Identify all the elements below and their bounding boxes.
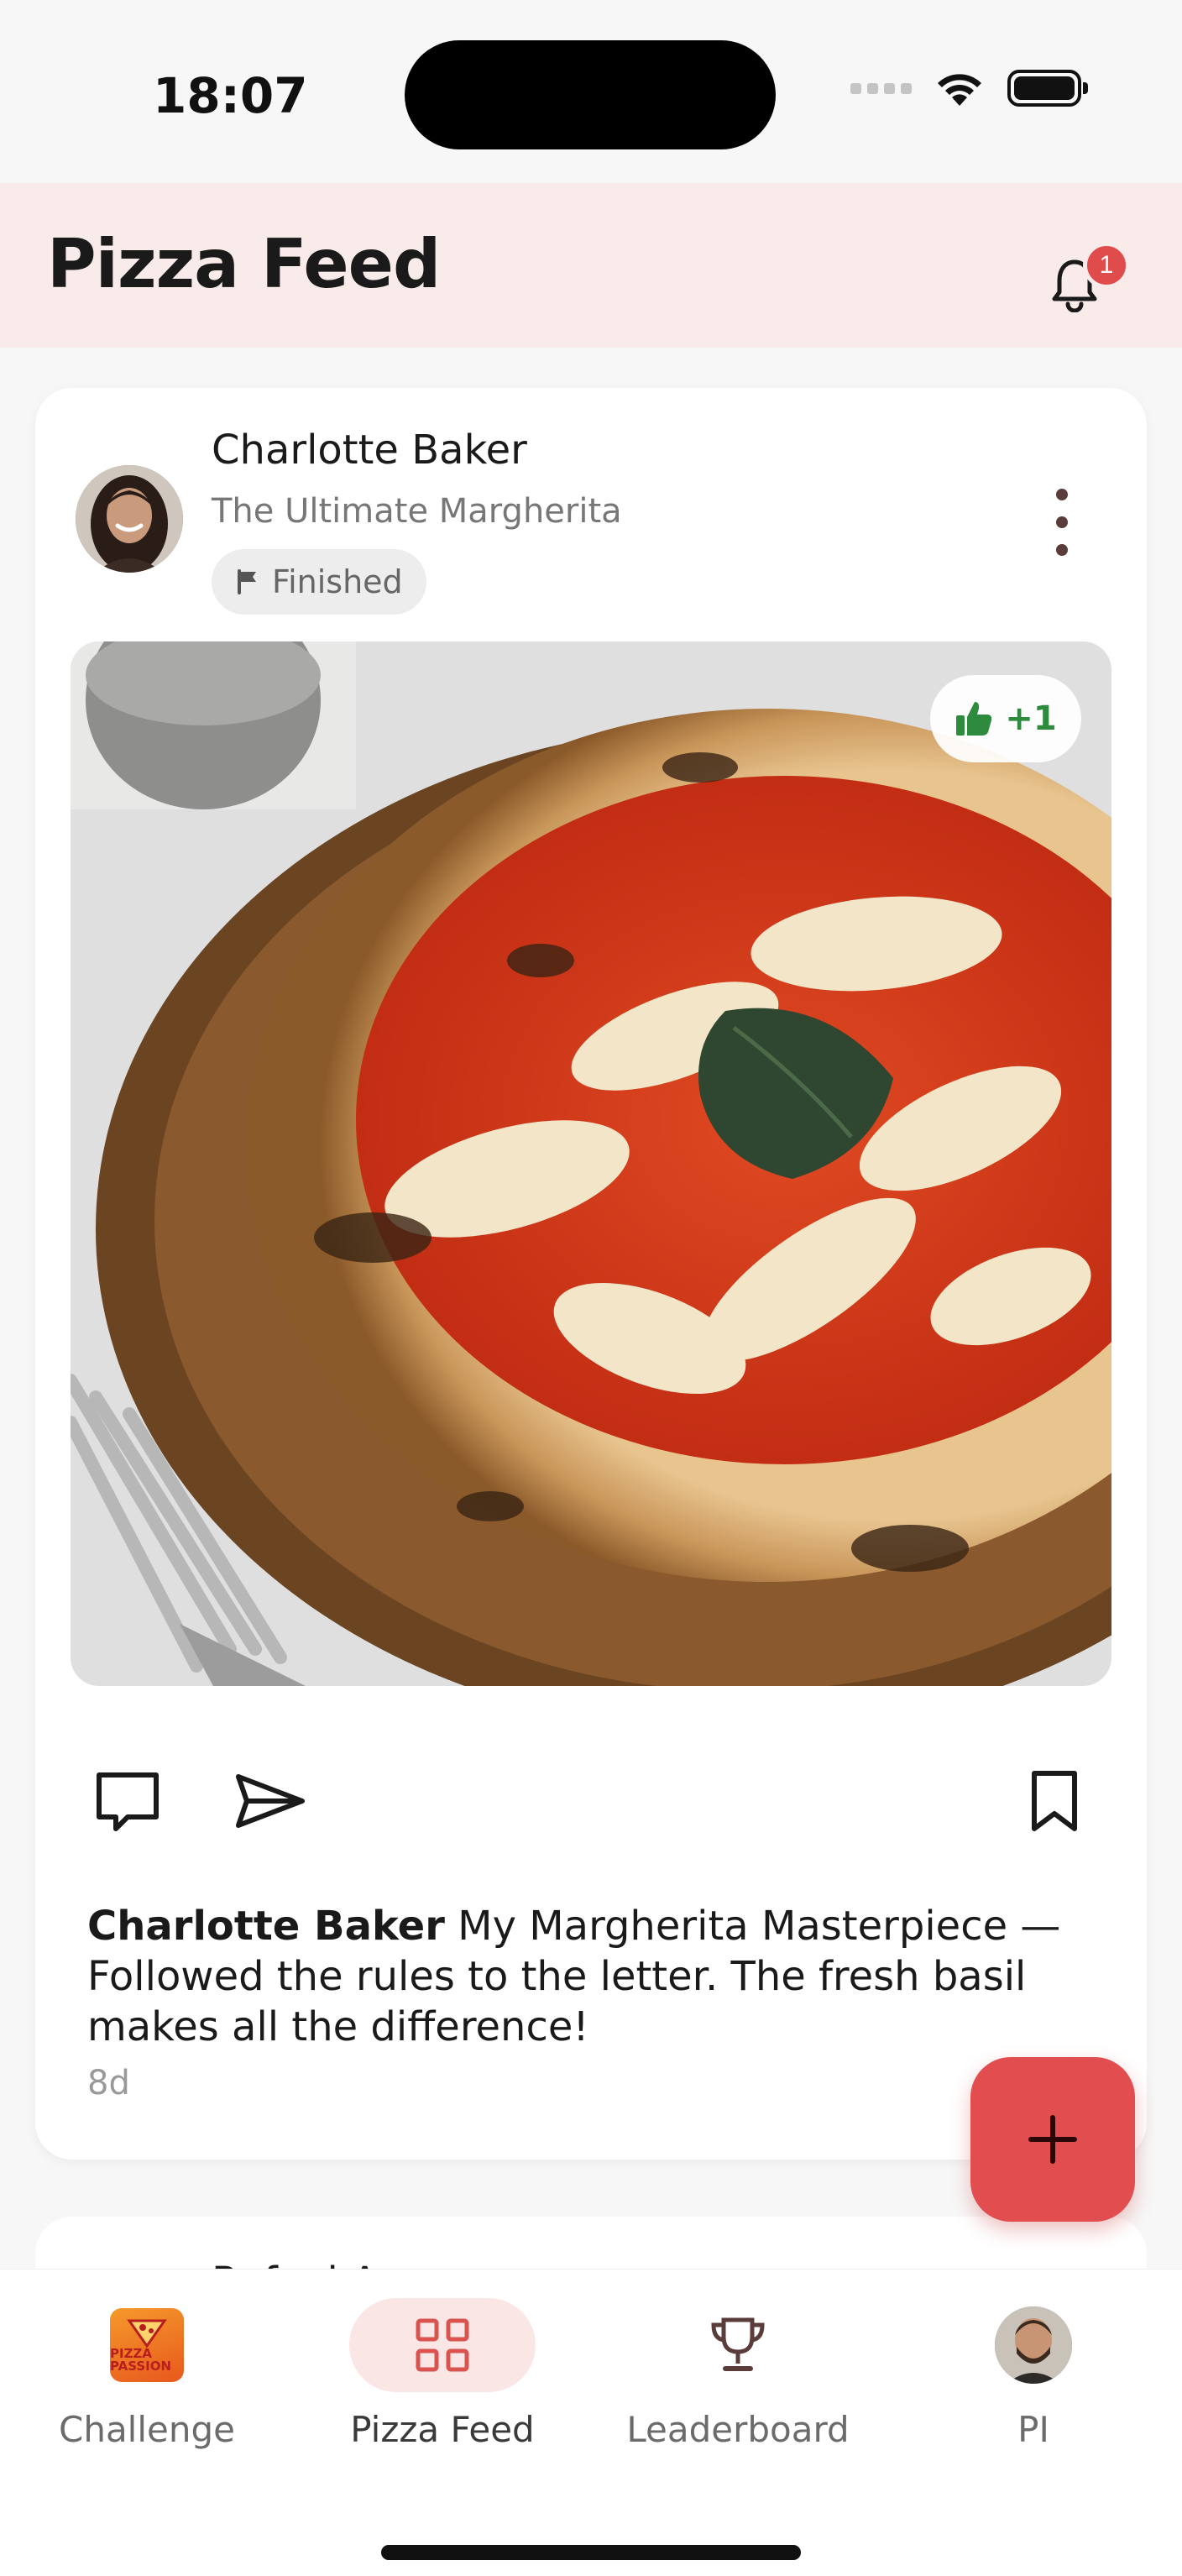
status-time: 18:07 (153, 67, 308, 124)
recipe-name: The Ultimate Margherita (212, 492, 622, 531)
nav-item-leaderboard[interactable]: Leaderboard (599, 2298, 876, 2466)
trophy-icon (711, 2317, 765, 2371)
notifications-button[interactable]: 1 (1034, 227, 1135, 319)
like-button[interactable]: +1 (930, 675, 1081, 762)
comment-icon[interactable] (94, 1770, 161, 1834)
nav-icon-box (645, 2298, 831, 2392)
status-bar: 18:07 (0, 0, 1182, 183)
nav-item-pizza-feed[interactable]: Pizza Feed (304, 2298, 581, 2466)
nav-label-challenge: Challenge (59, 2409, 235, 2450)
bookmark-icon[interactable] (1029, 1770, 1080, 1832)
pizza-passion-logo: PIZZA PASSION (110, 2308, 184, 2382)
post-photo[interactable]: +1 (71, 641, 1111, 1686)
nav-icon-box (940, 2298, 1127, 2392)
nav-item-challenge[interactable]: PIZZA PASSION Challenge (8, 2298, 285, 2466)
plus-icon (1028, 2115, 1077, 2164)
caption-author[interactable]: Charlotte Baker (87, 1903, 445, 1950)
post-card: Charlotte Baker The Ultimate Margherita … (35, 388, 1147, 2160)
flag-icon (238, 569, 256, 594)
grid-icon (416, 2318, 469, 2372)
create-post-button[interactable] (970, 2057, 1135, 2222)
nav-icon-box-active (349, 2298, 536, 2392)
nav-label-leaderboard: Leaderboard (626, 2409, 850, 2450)
nav-item-profile[interactable]: PI (895, 2298, 1172, 2466)
status-chip-label: Finished (272, 563, 403, 600)
status-chip: Finished (212, 549, 426, 615)
more-options-button[interactable] (1049, 489, 1075, 556)
page-title: Pizza Feed (47, 225, 441, 303)
thumbs-up-icon (956, 702, 992, 736)
like-count: +1 (1005, 699, 1057, 738)
battery-icon (1007, 70, 1088, 107)
challenge-logo-text: PIZZA PASSION (110, 2346, 172, 2374)
notification-badge: 1 (1083, 242, 1130, 289)
nav-icon-box: PIZZA PASSION (54, 2298, 240, 2392)
post-caption: Charlotte Baker My Margherita Masterpiec… (87, 1901, 1086, 2052)
bottom-nav: PIZZA PASSION Challenge Pizza Feed Leade… (0, 2269, 1182, 2576)
author-name[interactable]: Charlotte Baker (212, 427, 527, 474)
wifi-icon (938, 74, 981, 106)
home-indicator[interactable] (381, 2545, 801, 2560)
pizza-photo (71, 641, 1111, 1686)
nav-label-profile: PI (1017, 2409, 1049, 2450)
app-header: Pizza Feed 1 (0, 183, 1182, 348)
author-avatar[interactable] (76, 465, 183, 573)
status-icons (850, 69, 1088, 107)
profile-avatar (995, 2306, 1072, 2384)
dynamic-island (405, 40, 776, 149)
send-icon[interactable] (235, 1772, 306, 1830)
nav-label-pizza-feed: Pizza Feed (350, 2409, 535, 2450)
cellular-signal-icon (850, 82, 912, 94)
post-age: 8d (87, 2064, 130, 2102)
